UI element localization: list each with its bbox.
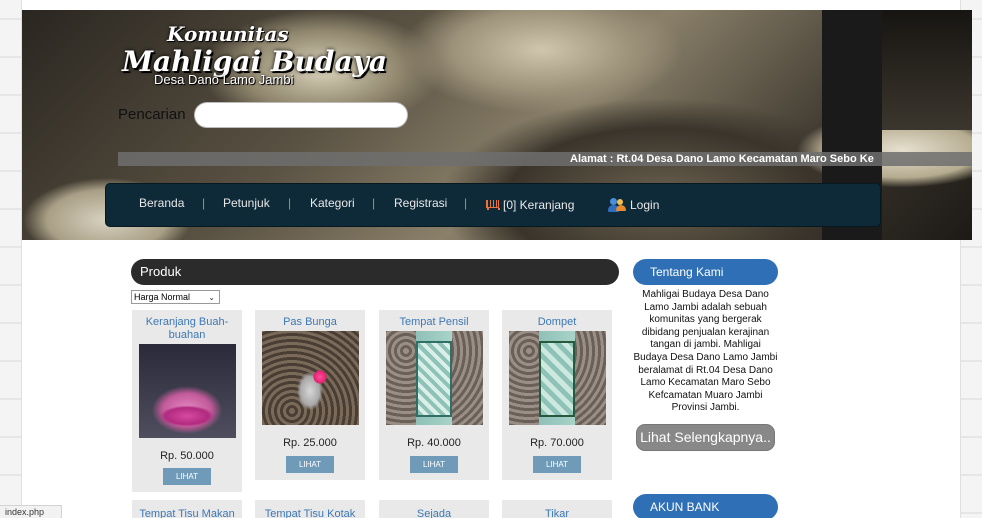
price-sort-select[interactable]: Harga Normal ⌄ — [131, 290, 220, 304]
product-card: Sejada — [379, 500, 489, 518]
view-product-button[interactable]: LIHAT — [286, 456, 334, 473]
nav-separator: | — [288, 196, 292, 210]
banner-shade — [882, 10, 972, 130]
product-card: Keranjang Buah-buahan Rp. 50.000 LIHAT — [132, 310, 242, 492]
product-image[interactable] — [509, 331, 606, 425]
nav-item-beranda[interactable]: Beranda — [139, 196, 184, 210]
product-card: Tempat Pensil Rp. 40.000 LIHAT — [379, 310, 489, 480]
main-navbar: Beranda | Petunjuk | Kategori | Registra… — [106, 184, 880, 226]
product-name-link[interactable]: Tempat Tisu Makan — [132, 508, 242, 518]
product-price: Rp. 40.000 — [407, 437, 461, 449]
brand-top-text: Komunitas — [167, 22, 289, 46]
nav-item-registrasi[interactable]: Registrasi — [394, 196, 447, 210]
product-image[interactable] — [139, 344, 236, 438]
product-card: Tikar — [502, 500, 612, 518]
address-text: Alamat : Rt.04 Desa Dano Lamo Kecamatan … — [570, 153, 874, 165]
browser-status-url: index.php — [0, 505, 62, 518]
left-decorative-border — [0, 0, 22, 518]
product-price: Rp. 50.000 — [160, 450, 214, 462]
read-more-button[interactable]: Lihat Selengkapnya.. — [637, 425, 774, 450]
product-image[interactable] — [386, 331, 483, 425]
product-name-link[interactable]: Tikar — [502, 508, 612, 518]
cart-label: [0] Keranjang — [503, 198, 575, 212]
nav-separator: | — [202, 196, 206, 210]
address-marquee: Alamat : Rt.04 Desa Dano Lamo Kecamatan … — [118, 152, 972, 166]
about-us-text: Mahligai Budaya Desa Dano Lamo Jambi ada… — [633, 289, 778, 414]
nav-separator: | — [372, 196, 376, 210]
product-price: Rp. 25.000 — [283, 437, 337, 449]
sort-selected-value: Harga Normal — [134, 292, 191, 302]
product-name-link[interactable]: Dompet — [502, 316, 612, 329]
view-product-button[interactable]: LIHAT — [163, 468, 211, 485]
product-card: Tempat Tisu Kotak — [255, 500, 365, 518]
product-name-link[interactable]: Sejada — [379, 508, 489, 518]
product-card: Dompet Rp. 70.000 LIHAT — [502, 310, 612, 480]
header-banner: Komunitas Mahligai Budaya Desa Dano Lamo… — [22, 10, 972, 240]
view-product-button[interactable]: LIHAT — [410, 456, 458, 473]
bank-account-header: AKUN BANK — [633, 494, 778, 518]
product-name-link[interactable]: Tempat Tisu Kotak — [255, 508, 365, 518]
product-name-link[interactable]: Tempat Pensil — [379, 316, 489, 329]
nav-item-cart[interactable]: [0] Keranjang — [485, 198, 574, 212]
view-product-button[interactable]: LIHAT — [533, 456, 581, 473]
nav-item-petunjuk[interactable]: Petunjuk — [223, 196, 270, 210]
nav-separator: | — [464, 196, 468, 210]
chevron-down-icon: ⌄ — [208, 292, 215, 302]
product-name-link[interactable]: Keranjang Buah-buahan — [132, 316, 242, 342]
about-us-header: Tentang Kami — [633, 259, 778, 285]
cart-icon — [485, 199, 500, 211]
nav-item-kategori[interactable]: Kategori — [310, 196, 355, 210]
search-input[interactable] — [194, 102, 408, 128]
product-price: Rp. 70.000 — [530, 437, 584, 449]
product-image[interactable] — [262, 331, 359, 425]
product-name-link[interactable]: Pas Bunga — [255, 316, 365, 329]
search-label: Pencarian — [118, 106, 186, 123]
nav-item-login[interactable]: Login — [608, 198, 659, 212]
users-icon — [608, 198, 626, 212]
products-header: Produk — [131, 259, 619, 285]
product-card: Tempat Tisu Makan — [132, 500, 242, 518]
brand-subtitle: Desa Dano Lamo Jambi — [154, 72, 294, 87]
product-card: Pas Bunga Rp. 25.000 LIHAT — [255, 310, 365, 480]
login-label: Login — [630, 198, 660, 212]
